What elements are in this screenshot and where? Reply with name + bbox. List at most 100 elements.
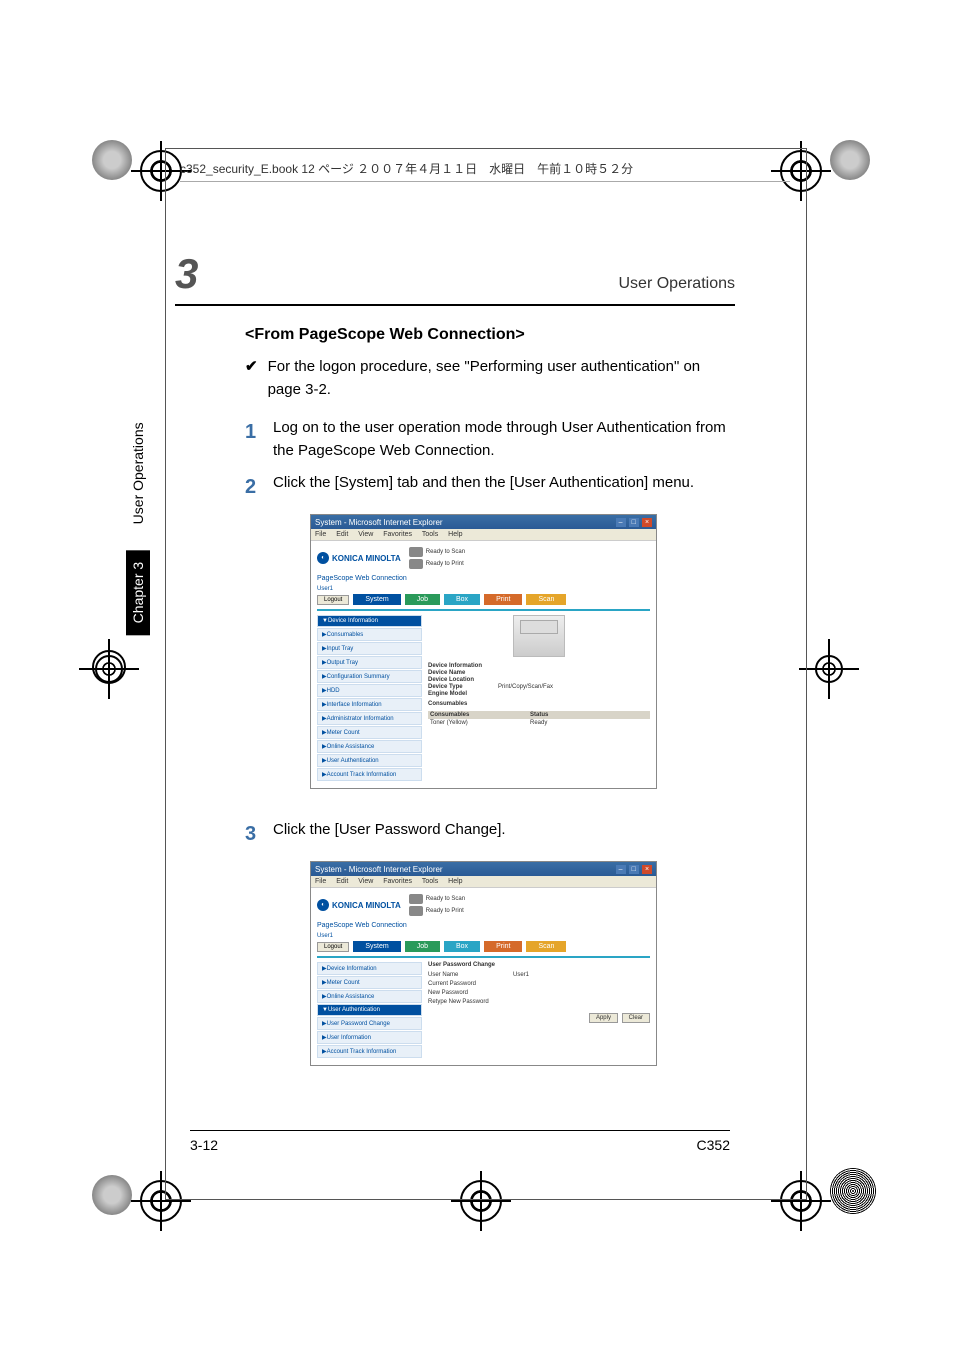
menu-file[interactable]: File (315, 878, 326, 885)
logout-button[interactable]: Logout (317, 595, 349, 605)
current-password-label: Current Password (428, 981, 513, 987)
sidebar-item-user-auth[interactable]: ▼User Authentication (317, 1004, 422, 1016)
menu-tools[interactable]: Tools (422, 531, 438, 538)
step-1: 1 Log on to the user operation mode thro… (245, 417, 735, 462)
book-header: c352_security_E.book 12 ページ ２００７年４月１１日 水… (180, 160, 790, 182)
toner-name: Toner (Yellow) (430, 720, 530, 726)
sidebar-item-consumables[interactable]: ▶Consumables (317, 628, 422, 641)
menu-help[interactable]: Help (448, 531, 462, 538)
tab-print[interactable]: Print (484, 941, 522, 952)
device-type-label: Device Type (428, 684, 498, 690)
tab-row: Logout System Job Box Print Scan (311, 594, 656, 609)
current-user: User1 (311, 933, 656, 941)
minimize-icon[interactable]: – (616, 518, 626, 527)
check-note: ✔ For the logon procedure, see "Performi… (245, 356, 735, 401)
window-title: System - Microsoft Internet Explorer (315, 518, 443, 527)
screenshot-body: ▼Device Information ▶Consumables ▶Input … (311, 611, 656, 788)
tab-system[interactable]: System (353, 594, 400, 605)
brand-logo: ◐ KONICA MINOLTA (317, 899, 401, 911)
step-3: 3 Click the [User Password Change]. (245, 819, 735, 849)
window-titlebar: System - Microsoft Internet Explorer – □… (311, 515, 656, 529)
brand-name: KONICA MINOLTA (332, 901, 401, 910)
brand-header: ◐ KONICA MINOLTA Ready to Scan Ready to … (311, 888, 656, 922)
tab-scan[interactable]: Scan (526, 594, 566, 605)
step-number: 2 (245, 472, 273, 502)
maximize-icon[interactable]: □ (629, 518, 639, 527)
product-name: PageScope Web Connection (311, 575, 656, 586)
close-icon[interactable]: × (642, 518, 652, 527)
sidebar-item-device-info[interactable]: ▶Device Information (317, 962, 422, 975)
menu-edit[interactable]: Edit (336, 531, 348, 538)
scanner-icon (409, 547, 423, 557)
tab-print[interactable]: Print (484, 594, 522, 605)
form-heading: User Password Change (428, 962, 650, 968)
device-location-label: Device Location (428, 677, 498, 683)
clear-button[interactable]: Clear (622, 1013, 650, 1023)
sidebar-item-user-auth[interactable]: ▶User Authentication (317, 754, 422, 767)
menu-favorites[interactable]: Favorites (383, 878, 412, 885)
sidebar-item-online-assist[interactable]: ▶Online Assistance (317, 990, 422, 1003)
menu-favorites[interactable]: Favorites (383, 531, 412, 538)
sidebar-item-meter-count[interactable]: ▶Meter Count (317, 726, 422, 739)
sidebar: ▶Device Information ▶Meter Count ▶Online… (317, 962, 422, 1059)
page-content: 3 User Operations <From PageScope Web Co… (175, 200, 735, 1086)
sidebar-item-account-track[interactable]: ▶Account Track Information (317, 768, 422, 781)
menu-help[interactable]: Help (448, 878, 462, 885)
tab-scan[interactable]: Scan (526, 941, 566, 952)
apply-button[interactable]: Apply (589, 1013, 618, 1023)
sidebar-item-device-info[interactable]: ▼Device Information (317, 615, 422, 627)
toner-status: Ready (530, 720, 547, 726)
window-buttons: – □ × (615, 517, 652, 527)
menu-view[interactable]: View (358, 878, 373, 885)
brand-name: KONICA MINOLTA (332, 554, 401, 563)
sidebar-item-online-assist[interactable]: ▶Online Assistance (317, 740, 422, 753)
device-image (513, 615, 565, 657)
sidebar-item-meter-count[interactable]: ▶Meter Count (317, 976, 422, 989)
tab-box[interactable]: Box (444, 941, 480, 952)
tab-box[interactable]: Box (444, 594, 480, 605)
sidebar-item-input-tray[interactable]: ▶Input Tray (317, 642, 422, 655)
tab-system[interactable]: System (353, 941, 400, 952)
menu-view[interactable]: View (358, 531, 373, 538)
sidebar-item-interface-info[interactable]: ▶Interface Information (317, 698, 422, 711)
sidebar-item-output-tray[interactable]: ▶Output Tray (317, 656, 422, 669)
sidebar-item-admin-info[interactable]: ▶Administrator Information (317, 712, 422, 725)
checkmark-icon: ✔ (245, 356, 258, 401)
tab-job[interactable]: Job (405, 941, 440, 952)
minimize-icon[interactable]: – (616, 865, 626, 874)
new-password-label: New Password (428, 990, 513, 996)
product-name: PageScope Web Connection (311, 922, 656, 933)
status-print: Ready to Print (426, 561, 464, 567)
sidebar-item-user-info[interactable]: ▶User Information (317, 1031, 422, 1044)
sidebar-item-config-summary[interactable]: ▶Configuration Summary (317, 670, 422, 683)
status-area: Ready to Scan Ready to Print (409, 547, 465, 569)
sidebar-item-user-pw-change[interactable]: ▶User Password Change (317, 1017, 422, 1030)
menu-file[interactable]: File (315, 531, 326, 538)
step-number: 3 (245, 819, 273, 849)
menu-tools[interactable]: Tools (422, 878, 438, 885)
page-footer: 3-12 C352 (190, 1130, 730, 1153)
device-info-heading: Device Information (428, 663, 650, 669)
sidebar: ▼Device Information ▶Consumables ▶Input … (317, 615, 422, 782)
window-title: System - Microsoft Internet Explorer (315, 865, 443, 874)
device-name-label: Device Name (428, 670, 498, 676)
engine-model-label: Engine Model (428, 691, 498, 697)
status-area: Ready to Scan Ready to Print (409, 894, 465, 916)
consumables-col2: Status (530, 712, 548, 718)
section-heading: <From PageScope Web Connection> (245, 326, 735, 344)
side-title-label: User Operations (126, 410, 150, 536)
step-text: Log on to the user operation mode throug… (273, 417, 735, 462)
menu-edit[interactable]: Edit (336, 878, 348, 885)
consumables-row: Toner (Yellow) Ready (428, 719, 650, 727)
maximize-icon[interactable]: □ (629, 865, 639, 874)
page-header: 3 User Operations (175, 250, 735, 306)
crop-mark (815, 655, 843, 683)
close-icon[interactable]: × (642, 865, 652, 874)
tab-job[interactable]: Job (405, 594, 440, 605)
sidebar-item-account-track[interactable]: ▶Account Track Information (317, 1045, 422, 1058)
step-text: Click the [User Password Change]. (273, 819, 506, 849)
status-scan: Ready to Scan (426, 549, 465, 555)
browser-menubar: File Edit View Favorites Tools Help (311, 529, 656, 541)
logout-button[interactable]: Logout (317, 942, 349, 952)
sidebar-item-hdd[interactable]: ▶HDD (317, 684, 422, 697)
